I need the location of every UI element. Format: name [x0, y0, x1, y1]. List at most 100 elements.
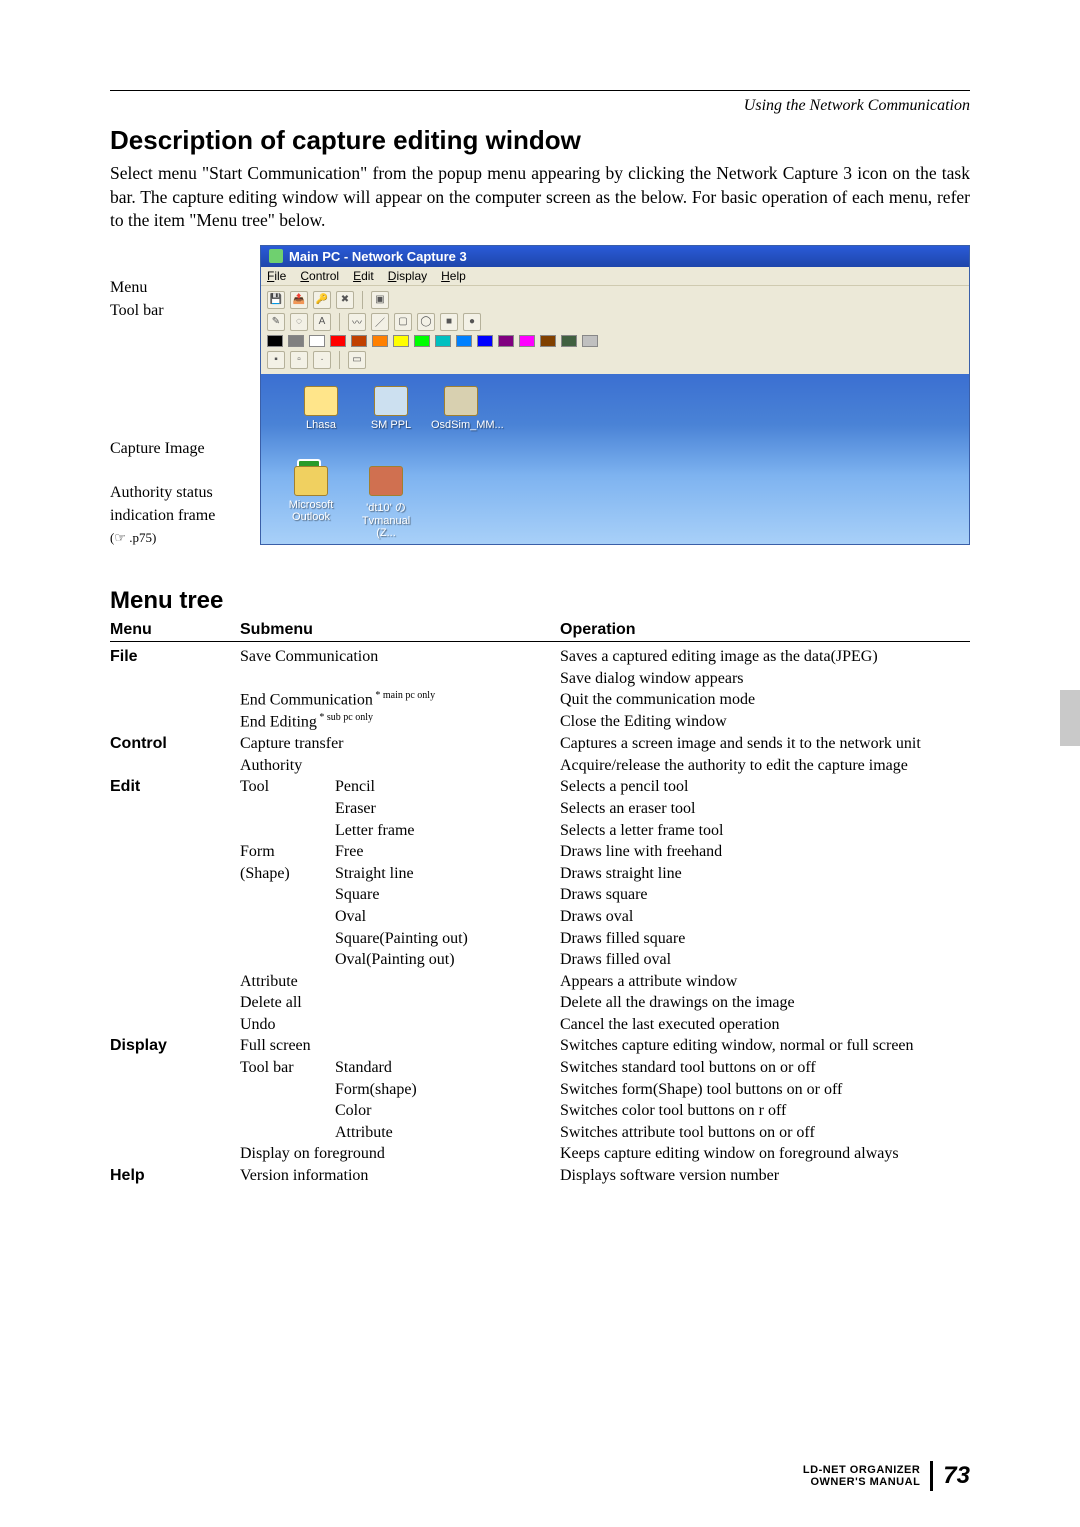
color-swatch[interactable] [435, 335, 451, 347]
toolbar-separator [339, 313, 340, 331]
tb-pencil-icon[interactable]: ✎ [267, 313, 285, 331]
color-swatch[interactable] [288, 335, 304, 347]
color-swatch[interactable] [309, 335, 325, 347]
tree-submenu-cell: FormFree [240, 841, 560, 863]
tree-submenu-cell: Delete all [240, 992, 560, 1014]
icon-label: 'dt10' の Tvmanual (Z... [362, 502, 410, 539]
label-auth-status-1: Authority status [110, 484, 260, 502]
tree-submenu-cell: Square [240, 884, 560, 906]
tb-free-icon[interactable]: 〰 [348, 313, 366, 331]
tree-operation-cell: Draws filled oval [560, 949, 970, 971]
tree-operation-cell: Selects an eraser tool [560, 798, 970, 820]
menu-file[interactable]: File [267, 269, 286, 283]
tb-attr-2-icon[interactable]: ▫ [290, 351, 308, 369]
tb-square-icon[interactable]: ▢ [394, 313, 412, 331]
tb-attr-4-icon[interactable]: ▭ [348, 351, 366, 369]
footer-line2: OWNER'S MANUAL [803, 1476, 920, 1488]
tb-save-icon[interactable]: 💾 [267, 291, 285, 309]
tb-attr-1-icon[interactable]: ▪ [267, 351, 285, 369]
color-swatch[interactable] [456, 335, 472, 347]
color-swatch[interactable] [561, 335, 577, 347]
toolbar-separator [362, 291, 363, 309]
color-swatch[interactable] [477, 335, 493, 347]
tree-operation-cell: Switches standard tool buttons on or off [560, 1057, 970, 1079]
menu-display[interactable]: Display [388, 269, 427, 283]
tree-operation-cell: Selects a pencil tool [560, 776, 970, 798]
section-title: Description of capture editing window [110, 125, 970, 156]
tree-operation-cell: Saves a captured editing image as the da… [560, 646, 970, 668]
tree-row: EditToolPencilSelects a pencil tool [110, 776, 970, 798]
tb-fillsquare-icon[interactable]: ■ [440, 313, 458, 331]
tree-menu-cell [110, 1122, 240, 1144]
toolbar-color-row [267, 333, 963, 349]
color-swatch[interactable] [330, 335, 346, 347]
menu-help[interactable]: Help [441, 269, 466, 283]
window-title: Main PC - Network Capture 3 [289, 249, 467, 264]
window-menubar[interactable]: File Control Edit Display Help [261, 267, 969, 285]
tb-eraser-icon[interactable]: ◌ [290, 313, 308, 331]
color-swatch[interactable] [498, 335, 514, 347]
desktop-icon[interactable]: OsdSim_MM... [431, 386, 491, 431]
tree-menu-cell [110, 1014, 240, 1036]
color-swatch[interactable] [582, 335, 598, 347]
label-toolbar: Tool bar [110, 302, 260, 320]
tree-submenu-cell: Tool barStandard [240, 1057, 560, 1079]
color-swatch[interactable] [414, 335, 430, 347]
tree-submenu-cell: Undo [240, 1014, 560, 1036]
tree-operation-cell: Close the Editing window [560, 711, 970, 733]
tree-menu-cell: Help [110, 1165, 240, 1187]
tree-header-operation: Operation [560, 621, 970, 639]
figure-labels: Menu Tool bar Capture Image Authority st… [110, 245, 260, 551]
tb-fullscreen-icon[interactable]: ▣ [371, 291, 389, 309]
desktop-icon[interactable]: Microsoft Outlook [281, 466, 341, 523]
tb-attr-3-icon[interactable]: · [313, 351, 331, 369]
tree-menu-cell [110, 949, 240, 971]
tb-transfer-icon[interactable]: 📤 [290, 291, 308, 309]
menu-control[interactable]: Control [300, 269, 339, 283]
tree-row: DisplayFull screenSwitches capture editi… [110, 1035, 970, 1057]
tb-close-icon[interactable]: ✖ [336, 291, 354, 309]
color-swatch[interactable] [519, 335, 535, 347]
tree-submenu-cell: End Editing * sub pc only [240, 711, 560, 733]
tree-submenu-cell: Attribute [240, 971, 560, 993]
tree-row: Letter frameSelects a letter frame tool [110, 820, 970, 842]
folder-icon [304, 386, 338, 416]
color-swatch[interactable] [372, 335, 388, 347]
tb-letter-icon[interactable]: A [313, 313, 331, 331]
color-swatch[interactable] [351, 335, 367, 347]
desktop-icon[interactable]: SM PPL [361, 386, 421, 431]
tree-submenu-cell: Form(shape) [240, 1079, 560, 1101]
tree-menu-cell [110, 1100, 240, 1122]
tree-menu-cell [110, 884, 240, 906]
tree-row: Display on foregroundKeeps capture editi… [110, 1143, 970, 1165]
tree-operation-cell: Switches capture editing window, normal … [560, 1035, 970, 1057]
tb-line-icon[interactable]: ／ [371, 313, 389, 331]
tree-header-submenu: Submenu [240, 621, 560, 639]
tree-submenu-cell: Square(Painting out) [240, 928, 560, 950]
tree-submenu-cell: Letter frame [240, 820, 560, 842]
color-swatch[interactable] [393, 335, 409, 347]
tree-row: Tool barStandardSwitches standard tool b… [110, 1057, 970, 1079]
tb-filloval-icon[interactable]: ● [463, 313, 481, 331]
tree-menu-cell: Display [110, 1035, 240, 1057]
tree-row: End Editing * sub pc onlyClose the Editi… [110, 711, 970, 733]
tree-submenu-cell: Authority [240, 755, 560, 777]
footer-line1: LD-NET ORGANIZER [803, 1464, 920, 1476]
color-swatch[interactable] [267, 335, 283, 347]
tree-operation-cell: Displays software version number [560, 1165, 970, 1187]
tree-row: AttributeAppears a attribute window [110, 971, 970, 993]
tb-auth-icon[interactable]: 🔑 [313, 291, 331, 309]
screenshot-figure: Menu Tool bar Capture Image Authority st… [110, 245, 970, 551]
icon-label: Microsoft Outlook [289, 499, 334, 523]
shortcut-icon [369, 466, 403, 496]
color-swatch[interactable] [540, 335, 556, 347]
tree-operation-cell: Appears a attribute window [560, 971, 970, 993]
tb-oval-icon[interactable]: ◯ [417, 313, 435, 331]
window-toolbar: 💾 📤 🔑 ✖ ▣ ✎ ◌ A 〰 ／ ▢ ◯ ■ ● [261, 285, 969, 374]
tree-row: ControlCapture transferCaptures a screen… [110, 733, 970, 755]
desktop-icon[interactable]: 'dt10' の Tvmanual (Z... [356, 466, 416, 539]
tree-operation-cell: Switches form(Shape) tool buttons on or … [560, 1079, 970, 1101]
menu-edit[interactable]: Edit [353, 269, 374, 283]
tree-submenu-cell: (Shape)Straight line [240, 863, 560, 885]
desktop-icon[interactable]: Lhasa [291, 386, 351, 431]
